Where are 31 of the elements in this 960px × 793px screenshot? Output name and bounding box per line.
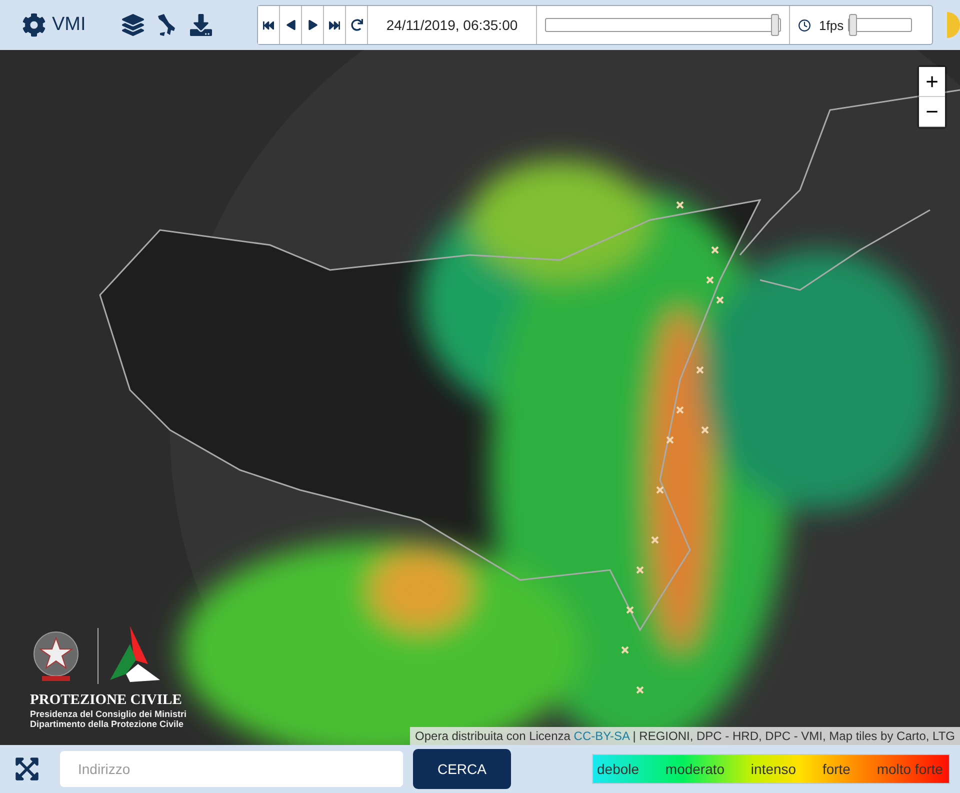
speed-reading: 1fps — [819, 18, 844, 32]
time-slider[interactable] — [545, 14, 781, 36]
refresh-icon — [350, 19, 362, 31]
legend-label: debole — [597, 761, 640, 777]
legend-label: moderato — [665, 761, 725, 777]
zoom-out-button[interactable]: − — [919, 97, 945, 127]
address-field[interactable]: Indirizzo — [60, 751, 403, 787]
rewind-icon — [263, 20, 274, 30]
logo-subtitle: Presidenza del Consiglio dei Ministri — [30, 709, 187, 719]
attribution-text: Opera distribuita con Licenza CC-BY-SA | REGIONI, DPC - HRD, DPC - VMI, Map tiles by Carto, LTG — [410, 727, 960, 745]
slider-thumb[interactable] — [849, 14, 858, 36]
step-back-icon — [286, 20, 296, 30]
app-title: VMI — [52, 14, 86, 36]
zoom-in-button[interactable]: + — [919, 67, 945, 97]
logo-subtitle: Dipartimento della Protezione Civile — [30, 719, 184, 729]
speed-icon — [798, 18, 811, 32]
logo-title: PROTEZIONE CIVILE — [30, 692, 182, 709]
play-icon — [308, 20, 318, 30]
legend-label: forte — [822, 761, 850, 777]
legend-label: intenso — [750, 761, 796, 777]
legend-label: molto forte — [876, 761, 943, 777]
settings-icon[interactable] — [22, 13, 46, 37]
fullscreen-icon[interactable] — [14, 756, 40, 782]
fast-forward-icon — [329, 20, 340, 30]
speed-slider[interactable] — [848, 14, 912, 36]
layers-icon[interactable] — [122, 14, 144, 36]
search-button[interactable]: CERCA — [413, 749, 511, 789]
timestamp: 24/11/2019, 06:35:00 — [368, 6, 537, 44]
rewind-button[interactable] — [258, 6, 280, 44]
download-icon[interactable] — [190, 14, 212, 36]
slider-thumb[interactable] — [770, 14, 779, 36]
